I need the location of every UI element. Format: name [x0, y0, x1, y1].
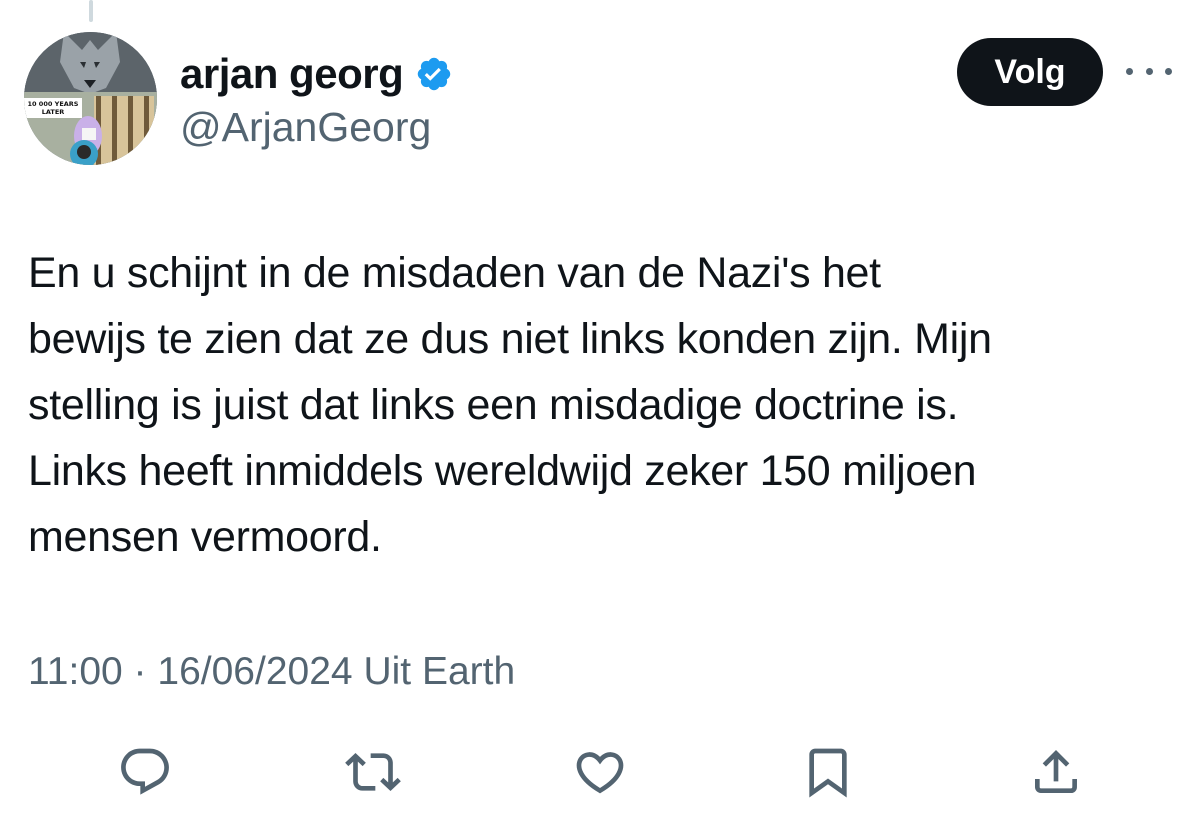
avatar-image: 10 000 YEARS LATER: [24, 32, 157, 165]
more-dot: [1145, 67, 1153, 75]
share-icon: [1035, 750, 1077, 793]
tweet-actions-bar: [0, 740, 1200, 810]
follow-button[interactable]: Volg: [957, 38, 1103, 106]
author-display-name[interactable]: arjan georg: [180, 50, 404, 98]
retweet-button[interactable]: [341, 740, 405, 804]
tweet-location: Uit Earth: [363, 650, 516, 693]
tweet-text: En u schijnt in de misdaden van de Nazi'…: [28, 249, 992, 561]
author-name-row: arjan georg: [180, 46, 453, 102]
like-button[interactable]: [568, 740, 632, 804]
verified-badge-icon: [418, 57, 451, 91]
avatar[interactable]: 10 000 YEARS LATER: [24, 32, 157, 165]
heart-icon: [576, 752, 624, 794]
reply-button[interactable]: [113, 740, 177, 804]
more-dot: [1126, 67, 1133, 75]
bookmark-icon: [809, 748, 847, 798]
retweet-icon: [345, 753, 401, 791]
tweet-time[interactable]: 11:00: [28, 650, 123, 693]
author-handle[interactable]: @ArjanGeorg: [180, 104, 431, 151]
more-options-icon[interactable]: [1126, 58, 1172, 84]
tweet-date[interactable]: 16/06/2024: [157, 650, 352, 693]
svg-text:LATER: LATER: [42, 108, 65, 116]
share-button[interactable]: [1024, 740, 1088, 804]
reply-icon: [121, 748, 169, 795]
tweet-metadata: 11:00 · 16/06/2024 Uit Earth: [28, 650, 515, 694]
meta-separator: ·: [133, 650, 147, 693]
bookmark-button[interactable]: [796, 740, 860, 804]
thread-connector-line: [89, 0, 93, 22]
more-dot: [1165, 67, 1172, 75]
svg-text:10 000 YEARS: 10 000 YEARS: [27, 100, 78, 108]
